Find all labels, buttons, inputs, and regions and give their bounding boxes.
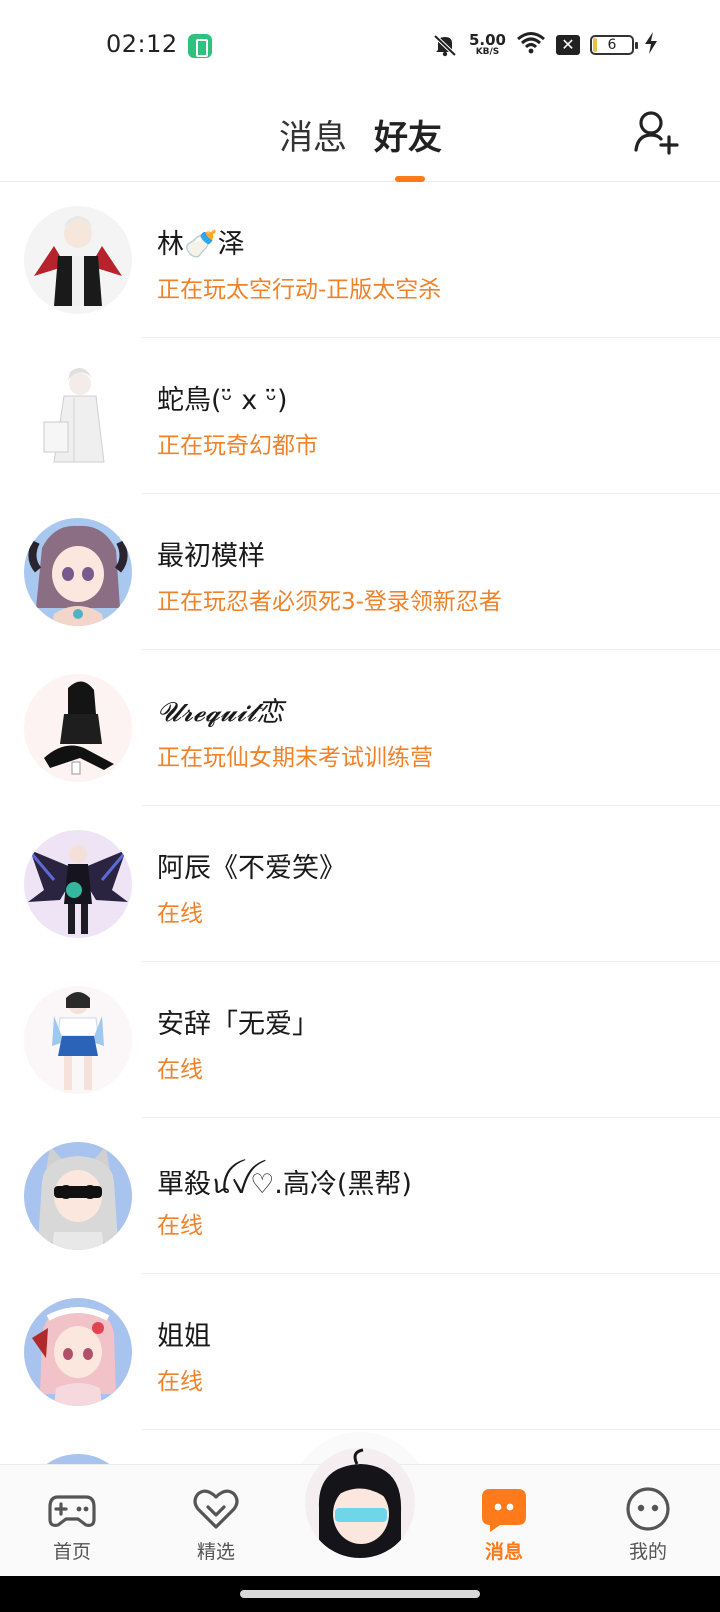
friend-status: 正在玩忍者必须死3-登录领新忍者	[157, 589, 502, 615]
friend-status: 在线	[157, 1057, 203, 1083]
nav-messages-label: 消息	[484, 1541, 523, 1563]
gesture-area	[0, 1576, 720, 1612]
friend-name: 安辞「无爱」	[157, 1009, 319, 1040]
add-friend-button[interactable]	[632, 108, 680, 158]
tab-friends[interactable]: 好友	[374, 110, 442, 159]
charging-icon	[644, 32, 658, 58]
friend-name: 最初模样	[157, 541, 265, 572]
friend-status: 在线	[157, 901, 203, 927]
add-user-icon	[634, 111, 679, 155]
nav-me[interactable]: 我的	[598, 1465, 698, 1577]
friend-status: 正在玩奇幻都市	[157, 433, 318, 459]
header: 消息 好友	[0, 92, 720, 182]
friend-row[interactable]: 阿辰《不爱笑》 在线	[0, 806, 720, 962]
battery-icon: 6	[590, 35, 638, 55]
avatar[interactable]	[24, 674, 132, 782]
friend-name: 蛇鳥(ᵕ̈ x ᵕ̈)	[157, 385, 288, 416]
friend-name: 阿辰《不爱笑》	[157, 853, 346, 884]
app-notification-icon	[188, 34, 212, 58]
avatar[interactable]	[24, 206, 132, 314]
friend-row[interactable]: 單殺ꪊꪜ♡.高冷(黑帮) 在线	[0, 1118, 720, 1274]
status-bar: 02:12 5.00 KB/S ✕ 6	[0, 0, 720, 92]
avatar[interactable]	[24, 1142, 132, 1250]
nav-home[interactable]: 首页	[22, 1465, 122, 1577]
avatar[interactable]	[24, 830, 132, 938]
friend-row[interactable]: 林🍼泽 正在玩太空行动-正版太空杀	[0, 182, 720, 338]
mute-icon	[431, 33, 459, 57]
friend-row[interactable]: 安辞「无爱」 在线	[0, 962, 720, 1118]
friend-status: 正在玩太空行动-正版太空杀	[157, 277, 442, 303]
friend-status: 在线	[157, 1213, 203, 1239]
chat-bubble-icon	[480, 1485, 528, 1533]
nav-messages[interactable]: 消息	[454, 1465, 554, 1577]
avatar[interactable]	[24, 362, 132, 470]
friend-row[interactable]: 𝓤𝓻𝓮𝓺𝓾𝓲𝓽恋 正在玩仙女期末考试训练营	[0, 650, 720, 806]
heart-chevron-icon	[192, 1485, 240, 1533]
gamepad-icon	[48, 1485, 96, 1533]
friend-row[interactable]: 蛇鳥(ᵕ̈ x ᵕ̈) 正在玩奇幻都市	[0, 338, 720, 494]
nav-featured[interactable]: 精选	[166, 1465, 266, 1577]
avatar[interactable]	[24, 518, 132, 626]
friend-name: 𝓤𝓻𝓮𝓺𝓾𝓲𝓽恋	[157, 697, 284, 728]
avatar[interactable]	[24, 1298, 132, 1406]
friend-row[interactable]: 最初模样 正在玩忍者必须死3-登录领新忍者	[0, 494, 720, 650]
no-sim-icon: ✕	[556, 35, 580, 55]
wifi-icon	[516, 31, 546, 59]
home-indicator[interactable]	[240, 1590, 480, 1598]
battery-level: 6	[607, 37, 617, 53]
friend-row[interactable]: 姐姐 在线	[0, 1274, 720, 1430]
nav-home-label: 首页	[52, 1541, 91, 1563]
friend-status: 正在玩仙女期末考试训练营	[157, 745, 433, 771]
network-speed: 5.00 KB/S	[469, 33, 506, 57]
friend-name: 林🍼泽	[157, 229, 245, 260]
status-icons: 5.00 KB/S ✕ 6	[431, 30, 658, 60]
friend-list: 林🍼泽 正在玩太空行动-正版太空杀 蛇鳥(ᵕ̈ x ᵕ̈) 正在玩奇幻都市 最初…	[0, 182, 720, 1586]
tab-messages[interactable]: 消息	[279, 110, 347, 159]
nav-me-label: 我的	[628, 1541, 667, 1563]
network-speed-value: 5.00	[468, 31, 506, 49]
friend-name: 姐姐	[157, 1321, 211, 1352]
status-time: 02:12	[106, 30, 178, 58]
avatar[interactable]	[24, 986, 132, 1094]
nav-featured-label: 精选	[196, 1541, 235, 1563]
network-speed-unit: KB/S	[475, 47, 500, 57]
smiley-face-icon	[624, 1485, 672, 1533]
user-avatar[interactable]	[305, 1448, 415, 1558]
friend-status: 在线	[157, 1369, 203, 1395]
